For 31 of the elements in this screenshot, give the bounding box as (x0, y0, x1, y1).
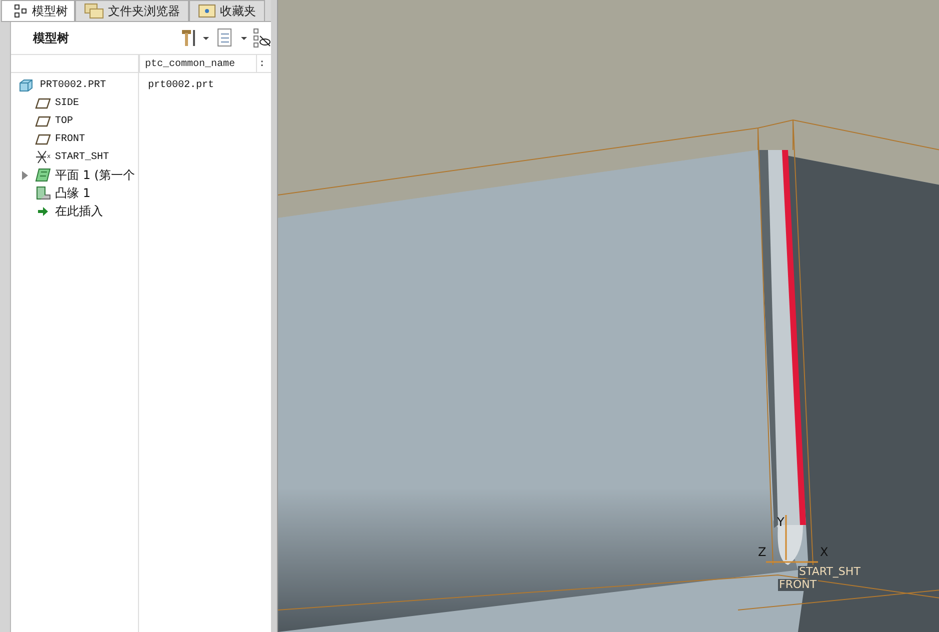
axis-label: X (820, 545, 828, 559)
column-header[interactable]: ptc_common_name (139, 55, 257, 72)
panel-tab[interactable]: 文件夹浏览器 (75, 0, 189, 21)
table-cell: prt0002.prt (148, 80, 214, 90)
tree-item[interactable]: FRONT (55, 134, 86, 144)
list-settings-button[interactable] (215, 28, 249, 48)
tree-item[interactable]: TOP (55, 116, 74, 126)
axis-label: Y (777, 515, 784, 529)
parallelogram-icon (33, 116, 53, 126)
datum-label: START_SHT (798, 566, 862, 578)
tree-item[interactable]: 平面 1 (第一个 (55, 166, 135, 184)
sheet-icon (33, 168, 53, 182)
panel-tab[interactable]: 模型树 (1, 0, 75, 21)
parallelogram-icon (33, 98, 53, 108)
tree-item[interactable]: START_SHT (55, 152, 110, 162)
show-hide-button[interactable] (253, 28, 271, 48)
tree-item[interactable]: 凸缘 1 (55, 184, 90, 202)
panel-title: 模型树 (33, 30, 69, 46)
column-header[interactable]: : (257, 55, 266, 72)
model-viewport[interactable]: Y Z X START_SHT FRONT (278, 0, 939, 632)
tools-dropdown-button[interactable] (181, 28, 211, 48)
axis-label: Z (758, 545, 766, 559)
tree-item[interactable]: SIDE (55, 98, 80, 108)
tree-icon (14, 4, 28, 18)
datum-label: FRONT (778, 579, 818, 591)
tree-item[interactable]: 在此插入 (55, 202, 103, 220)
part-icon (19, 78, 33, 92)
panel-tab[interactable]: 收藏夹 (189, 0, 265, 21)
tree-item[interactable]: PRT0002.PRT (40, 80, 106, 90)
parallelogram-icon (33, 134, 53, 144)
folders-icon (84, 3, 104, 19)
